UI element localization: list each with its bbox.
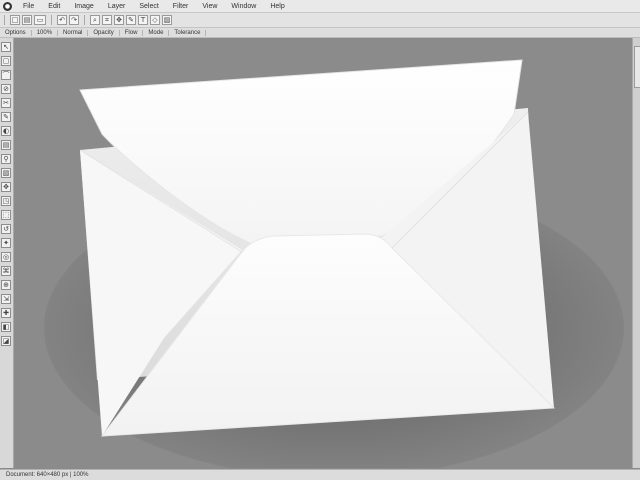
menu-bar: ● File Edit Image Layer Select Filter Vi… (0, 0, 640, 13)
text-icon[interactable]: T (138, 15, 148, 25)
undo-icon[interactable]: ↶ (57, 15, 67, 25)
tool-select-icon[interactable]: ↖ (1, 42, 11, 52)
tool-crop-icon[interactable]: ◳ (1, 196, 11, 206)
menu-layer[interactable]: Layer (101, 3, 133, 10)
blend-mode-select[interactable]: Normal (58, 29, 89, 36)
image-canvas[interactable] (14, 38, 632, 468)
tool-scissors-icon[interactable]: ✂ (1, 98, 11, 108)
open-icon[interactable]: ▤ (22, 15, 32, 25)
toolbar-separator (4, 15, 5, 25)
tool-layers-icon[interactable]: ▤ (1, 140, 11, 150)
scrollbar-thumb[interactable] (634, 46, 640, 88)
menu-view[interactable]: View (195, 3, 224, 10)
tool-heal-icon[interactable]: ✚ (1, 308, 11, 318)
main-toolbar: □ ▤ ▭ ↶ ↷ ⌕ ⌗ ✥ ✎ T ◇ ▨ (0, 13, 640, 28)
tool-sparkle-icon[interactable]: ✦ (1, 238, 11, 248)
tool-path-icon[interactable]: ⌘ (1, 266, 11, 276)
vertical-scrollbar[interactable] (632, 38, 640, 468)
menu-image[interactable]: Image (67, 3, 100, 10)
flow-field[interactable]: Flow (120, 29, 144, 36)
tool-gradient-icon[interactable]: ◪ (1, 336, 11, 346)
tool-move-icon[interactable]: ✥ (1, 182, 11, 192)
status-bar: Document: 640×480 px | 100% (0, 469, 640, 480)
move-icon[interactable]: ✥ (114, 15, 124, 25)
zoom-icon[interactable]: ⌕ (90, 15, 100, 25)
tool-magic-wand-icon[interactable]: ⊘ (1, 84, 11, 94)
tool-dodge-icon[interactable]: ◐ (1, 126, 11, 136)
save-icon[interactable]: ▭ (34, 15, 46, 25)
tool-zoom-icon[interactable]: ⚲ (1, 154, 11, 164)
menu-filter[interactable]: Filter (166, 3, 196, 10)
options-label[interactable]: Options (0, 29, 32, 36)
app-logo-icon[interactable]: ● (3, 1, 12, 11)
tool-target-icon[interactable]: ◎ (1, 252, 11, 262)
menu-window[interactable]: Window (224, 3, 263, 10)
menu-edit[interactable]: Edit (41, 3, 67, 10)
options-bar: Options 100% Normal Opacity Flow Mode To… (0, 28, 640, 38)
menu-select[interactable]: Select (132, 3, 165, 10)
tool-fill-icon[interactable]: ◧ (1, 322, 11, 332)
shape-icon[interactable]: ◇ (150, 15, 160, 25)
crop-icon[interactable]: ⌗ (102, 15, 112, 25)
tool-lasso-icon[interactable]: ⌒ (1, 70, 11, 80)
tool-add-icon[interactable]: ⊕ (1, 280, 11, 290)
fill-icon[interactable]: ▨ (162, 15, 172, 25)
tool-rotate-icon[interactable]: ↺ (1, 224, 11, 234)
menu-help[interactable]: Help (263, 3, 291, 10)
opacity-field[interactable]: Opacity (88, 29, 120, 36)
zoom-level[interactable]: 100% (32, 29, 59, 36)
tools-panel: ↖ ▢ ⌒ ⊘ ✂ ✎ ◐ ▤ ⚲ ▧ ✥ ◳ ⬚ ↺ ✦ ◎ ⌘ ⊕ ⇲ ✚ … (0, 38, 14, 468)
toolbar-separator (51, 15, 52, 25)
status-text: Document: 640×480 px | 100% (6, 472, 89, 478)
tolerance-field[interactable]: Tolerance (169, 29, 207, 36)
new-icon[interactable]: □ (10, 15, 20, 25)
redo-icon[interactable]: ↷ (69, 15, 79, 25)
tool-pencil-icon[interactable]: ✎ (1, 112, 11, 122)
tool-slice-icon[interactable]: ⬚ (1, 210, 11, 220)
menu-file[interactable]: File (16, 3, 41, 10)
toolbar-separator (84, 15, 85, 25)
brush-icon[interactable]: ✎ (126, 15, 136, 25)
tool-pattern-icon[interactable]: ▧ (1, 168, 11, 178)
envelope-image (44, 59, 624, 468)
tool-resize-icon[interactable]: ⇲ (1, 294, 11, 304)
tool-marquee-icon[interactable]: ▢ (1, 56, 11, 66)
mode-select[interactable]: Mode (143, 29, 170, 36)
